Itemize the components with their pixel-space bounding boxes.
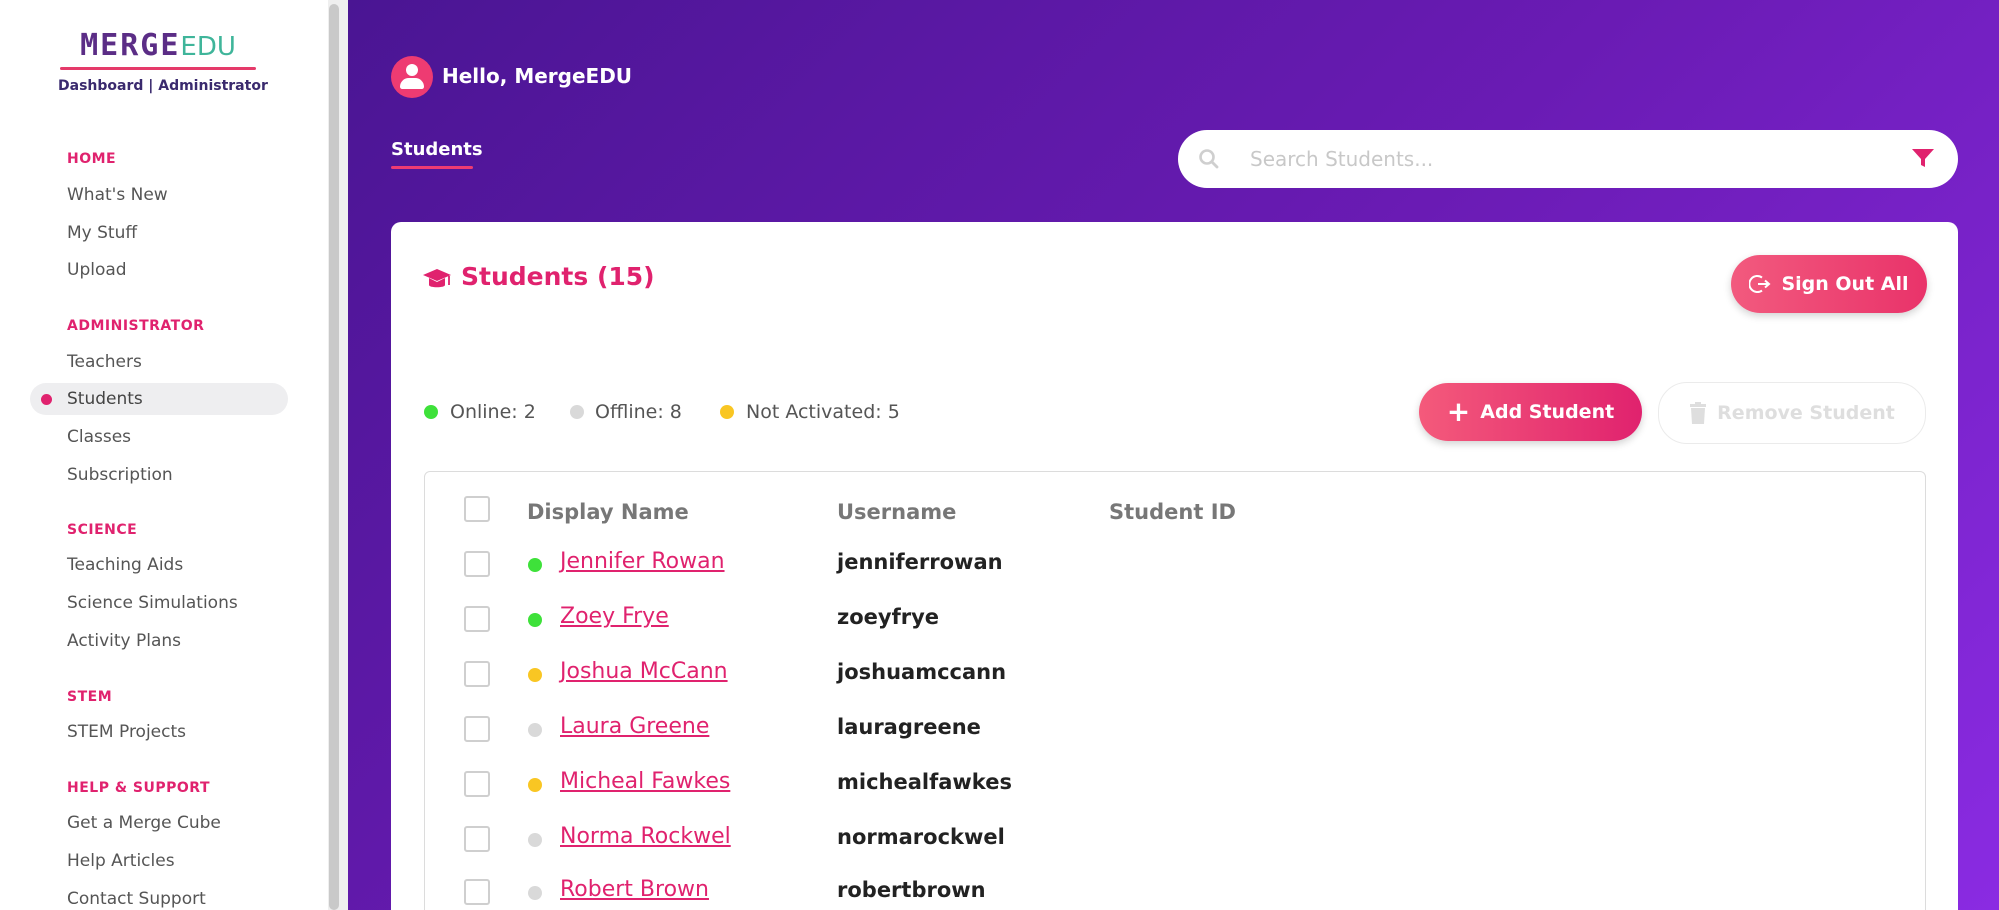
nav-item-teachers[interactable]: Teachers [67, 352, 142, 372]
add-student-button[interactable]: + Add Student [1419, 383, 1642, 441]
active-indicator-dot [41, 394, 52, 405]
search-icon [1199, 149, 1219, 169]
nav-section-help-support: HELP & SUPPORT [67, 780, 210, 796]
nav-item-science-simulations[interactable]: Science Simulations [67, 593, 238, 613]
student-username: jenniferrowan [837, 550, 1003, 574]
row-status-dot [528, 613, 542, 627]
row-status-dot [528, 778, 542, 792]
student-username: robertbrown [837, 878, 986, 902]
sidebar: MERGEEDU Dashboard | Administrator HOME … [0, 0, 328, 910]
select-all-checkbox[interactable] [464, 496, 490, 522]
student-name-link[interactable]: Jennifer Rowan [560, 549, 725, 574]
row-checkbox[interactable] [464, 716, 490, 742]
nav-item-teaching-aids[interactable]: Teaching Aids [67, 555, 183, 575]
nav-item-stem-projects[interactable]: STEM Projects [67, 722, 186, 742]
row-checkbox[interactable] [464, 661, 490, 687]
nav-item-students[interactable]: Students [67, 389, 143, 409]
user-avatar-icon[interactable] [391, 56, 433, 98]
student-name-link[interactable]: Robert Brown [560, 877, 709, 902]
nav-item-upload[interactable]: Upload [67, 260, 127, 280]
sidebar-scrollbar-thumb[interactable] [329, 4, 339, 910]
student-name-link[interactable]: Laura Greene [560, 714, 709, 739]
logo-subtitle: Dashboard | Administrator [58, 78, 268, 94]
sign-out-icon [1749, 275, 1771, 293]
sign-out-all-label: Sign Out All [1781, 273, 1909, 295]
plus-icon: + [1446, 395, 1471, 428]
row-status-dot [528, 668, 542, 682]
row-checkbox[interactable] [464, 879, 490, 905]
student-name-link[interactable]: Micheal Fawkes [560, 769, 730, 794]
student-name-link[interactable]: Norma Rockwel [560, 824, 731, 849]
greeting: Hello, MergeEDU [442, 64, 633, 88]
nav-item-get-a-merge-cube[interactable]: Get a Merge Cube [67, 813, 221, 833]
row-status-dot [528, 833, 542, 847]
nav-section-home: HOME [67, 151, 117, 167]
sign-out-all-button[interactable]: Sign Out All [1731, 255, 1927, 313]
nav-item-whats-new[interactable]: What's New [67, 185, 168, 205]
filter-icon[interactable] [1910, 146, 1936, 170]
row-status-dot [528, 886, 542, 900]
student-username: lauragreene [837, 715, 981, 739]
card-title: Students (15) [461, 262, 655, 291]
nav-item-contact-support[interactable]: Contact Support [67, 889, 206, 909]
remove-student-button[interactable]: Remove Student [1658, 382, 1926, 444]
logo-underline [60, 67, 256, 70]
legend-offline: Offline: 8 [595, 401, 682, 423]
legend-online-dot [424, 405, 438, 419]
column-header-student-id[interactable]: Student ID [1109, 500, 1236, 524]
legend-not-activated: Not Activated: 5 [746, 401, 900, 423]
nav-section-stem: STEM [67, 689, 113, 705]
nav-item-activity-plans[interactable]: Activity Plans [67, 631, 181, 651]
student-username: michealfawkes [837, 770, 1012, 794]
student-username: joshuamccann [837, 660, 1007, 684]
trash-icon [1690, 402, 1707, 424]
row-status-dot [528, 723, 542, 737]
tab-active-underline [391, 166, 473, 169]
nav-section-administrator: ADMINISTRATOR [67, 318, 205, 334]
nav-item-subscription[interactable]: Subscription [67, 465, 173, 485]
column-header-display-name[interactable]: Display Name [527, 500, 689, 524]
logo-edu-text: EDU [180, 32, 236, 62]
student-name-link[interactable]: Joshua McCann [560, 659, 728, 684]
student-username: normarockwel [837, 825, 1005, 849]
search-input[interactable] [1250, 140, 1890, 178]
row-checkbox[interactable] [464, 826, 490, 852]
student-username: zoeyfrye [837, 605, 940, 629]
row-checkbox[interactable] [464, 606, 490, 632]
row-status-dot [528, 558, 542, 572]
logo[interactable]: MERGEEDU Dashboard | Administrator [58, 28, 268, 95]
row-checkbox[interactable] [464, 771, 490, 797]
row-checkbox[interactable] [464, 551, 490, 577]
nav-item-my-stuff[interactable]: My Stuff [67, 223, 137, 243]
graduation-cap-icon [423, 269, 451, 288]
remove-student-label: Remove Student [1717, 402, 1895, 424]
column-header-username[interactable]: Username [837, 500, 956, 524]
legend-not-activated-dot [720, 405, 734, 419]
student-name-link[interactable]: Zoey Frye [560, 604, 669, 629]
logo-merge-text: MERGE [80, 28, 181, 63]
nav-item-classes[interactable]: Classes [67, 427, 131, 447]
add-student-label: Add Student [1480, 401, 1615, 423]
tab-students[interactable]: Students [391, 139, 483, 160]
legend-offline-dot [570, 405, 584, 419]
nav-section-science: SCIENCE [67, 522, 138, 538]
legend-online: Online: 2 [450, 401, 536, 423]
nav-item-help-articles[interactable]: Help Articles [67, 851, 175, 871]
